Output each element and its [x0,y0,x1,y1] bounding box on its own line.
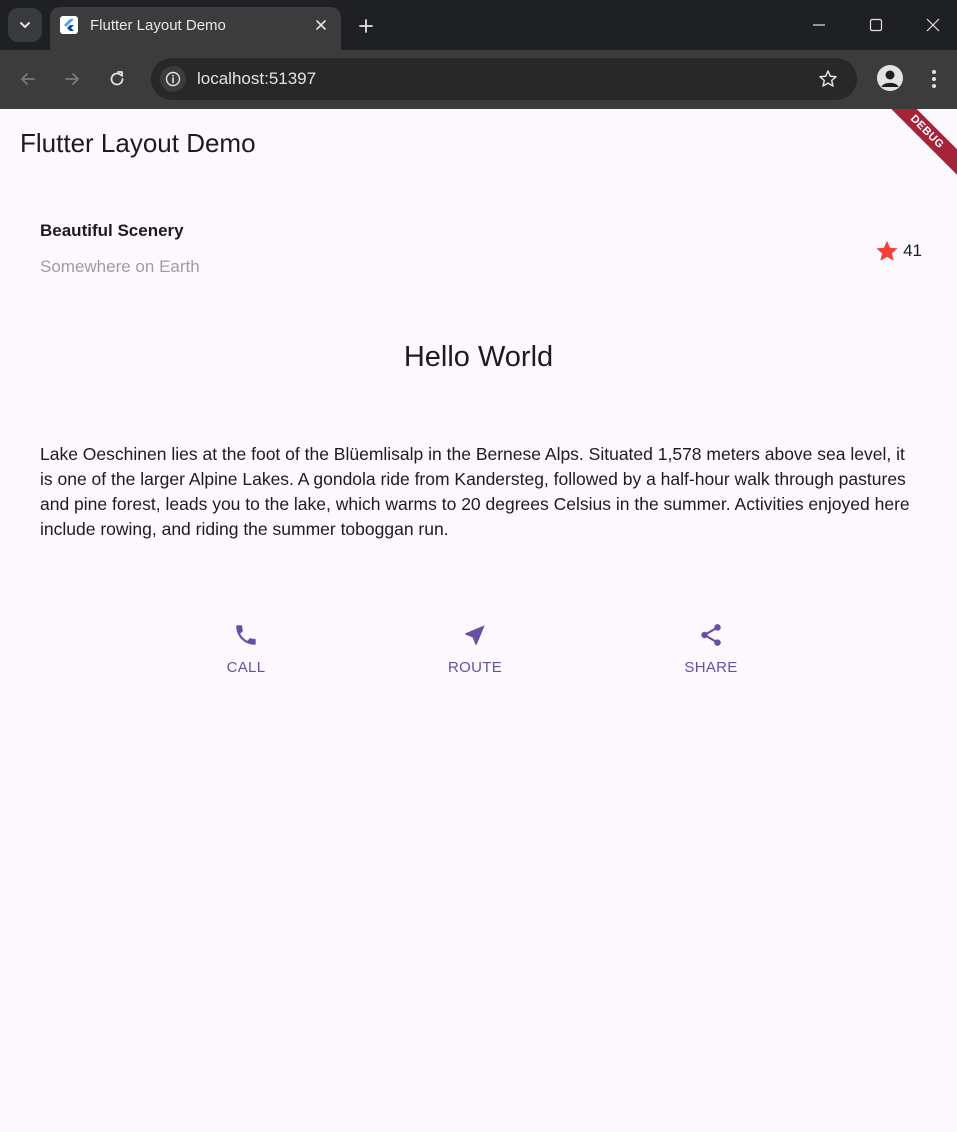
close-icon [316,20,326,30]
tab-search-button[interactable] [8,8,42,42]
minimize-icon [813,24,825,26]
share-button[interactable]: SHARE [651,621,771,676]
call-button[interactable]: CALL [186,621,306,676]
call-label: CALL [226,659,266,676]
forward-button[interactable] [57,64,87,94]
reload-icon [110,71,124,86]
person-icon [881,70,899,87]
browser-menu-button[interactable] [924,64,944,94]
window-close-button[interactable] [918,10,948,40]
back-button[interactable] [13,64,43,94]
share-icon [697,621,725,649]
profile-avatar[interactable] [877,65,903,91]
description-text: Lake Oeschinen lies at the foot of the B… [40,444,910,539]
flutter-logo-icon [60,16,78,34]
route-label: ROUTE [448,659,502,676]
arrow-left-icon [21,73,35,85]
maximize-icon [869,18,883,32]
location-subtitle: Somewhere on Earth [40,257,200,276]
maximize-button[interactable] [861,10,891,40]
route-button[interactable]: ROUTE [415,621,535,676]
page-title: Flutter Layout Demo [20,128,256,158]
address-bar[interactable]: localhost:51397 [151,58,857,100]
info-icon [165,71,181,87]
tab-close-button[interactable] [311,15,331,35]
reload-button[interactable] [102,64,132,94]
more-vert-icon [932,70,936,88]
debug-banner: DEBUG [878,109,957,181]
favorite-count: 41 [903,241,922,260]
favorite-widget[interactable]: 41 [874,238,922,264]
near-me-icon [461,621,489,649]
browser-tab[interactable]: Flutter Layout Demo [50,7,341,50]
bookmark-button[interactable] [817,68,839,90]
browser-toolbar: localhost:51397 [0,50,957,109]
plus-icon [359,19,373,33]
app-viewport: Flutter Layout Demo DEBUG Beautiful Scen… [0,109,957,1132]
tab-title: Flutter Layout Demo [90,17,226,34]
phone-icon [232,621,260,649]
url-text[interactable]: localhost:51397 [197,69,316,89]
star-icon[interactable] [874,238,900,264]
hello-heading: Hello World [403,341,554,373]
close-icon [926,18,940,32]
browser-tabstrip: Flutter Layout Demo [0,0,957,50]
arrow-right-icon [65,73,79,85]
star-outline-icon [819,70,837,87]
location-name: Beautiful Scenery [40,221,184,240]
new-tab-button[interactable] [352,12,380,40]
minimize-button[interactable] [804,10,834,40]
share-label: SHARE [684,659,738,676]
site-info-button[interactable] [160,66,186,92]
chevron-down-icon [20,22,30,28]
